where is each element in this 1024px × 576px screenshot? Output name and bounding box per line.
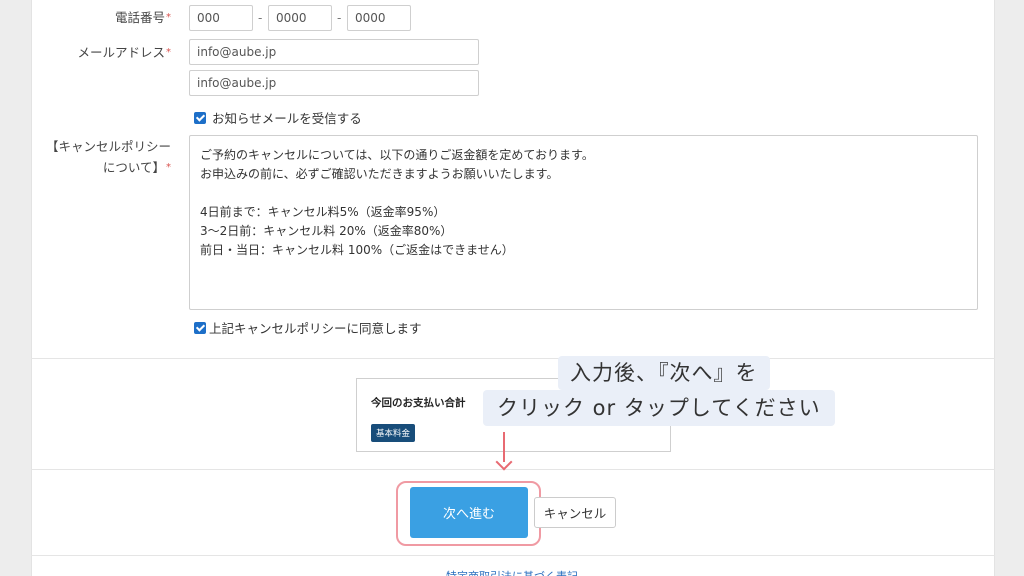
instruction-bubble-line2: クリック or タップしてください bbox=[483, 390, 835, 426]
instruction-bubble-line1: 入力後、『次へ』を bbox=[558, 356, 770, 390]
section-divider bbox=[31, 358, 995, 359]
policy-line: 3〜2日前：キャンセル料 20%（返金率80%） bbox=[200, 224, 453, 238]
cancel-button[interactable]: キャンセル bbox=[534, 497, 616, 528]
policy-line: お申込みの前に、必ずご確認いただきますようお願いいたします。 bbox=[200, 167, 559, 181]
required-mark: * bbox=[166, 162, 171, 173]
phone-part1-input[interactable]: 000 bbox=[189, 5, 253, 31]
policy-agree-label: 上記キャンセルポリシーに同意します bbox=[209, 321, 422, 336]
email-input[interactable]: info@aube.jp bbox=[189, 39, 479, 65]
next-button[interactable]: 次へ進む bbox=[410, 487, 528, 538]
required-mark: * bbox=[166, 47, 171, 58]
policy-line: 4日前まで：キャンセル料5%（返金率95%） bbox=[200, 205, 446, 219]
policy-label: 【キャンセルポリシー について】* bbox=[46, 138, 171, 177]
policy-line bbox=[200, 184, 967, 203]
policy-line: 前日・当日：キャンセル料 100%（ご返金はできません） bbox=[200, 243, 514, 257]
phone-label: 電話番号* bbox=[115, 9, 171, 27]
email-confirm-input[interactable]: info@aube.jp bbox=[189, 70, 479, 96]
phone-part2-input[interactable]: 0000 bbox=[268, 5, 332, 31]
section-divider bbox=[31, 555, 995, 556]
policy-label-line2: について】 bbox=[102, 160, 165, 175]
phone-separator: - bbox=[258, 11, 263, 25]
summary-title: 今回のお支払い合計 bbox=[371, 397, 466, 409]
email-label: メールアドレス* bbox=[77, 44, 171, 62]
phone-part3-input[interactable]: 0000 bbox=[347, 5, 411, 31]
phone-label-text: 電話番号 bbox=[114, 10, 165, 25]
newsletter-checkbox[interactable]: お知らせメールを受信する bbox=[194, 108, 362, 127]
policy-label-line1: 【キャンセルポリシー bbox=[45, 139, 171, 154]
policy-line: ご予約のキャンセルについては、以下の通りご返金額を定めております。 bbox=[200, 148, 594, 162]
legal-notice-link[interactable]: 特定商取引法に基づく表記 bbox=[0, 568, 1024, 576]
checkbox-checked-icon bbox=[194, 321, 206, 334]
section-divider bbox=[31, 469, 995, 470]
required-mark: * bbox=[166, 12, 171, 23]
base-fee-badge: 基本料金 bbox=[371, 424, 416, 442]
email-label-text: メールアドレス bbox=[77, 45, 165, 60]
checkbox-checked-icon bbox=[194, 111, 206, 124]
policy-agree-checkbox[interactable]: 上記キャンセルポリシーに同意します bbox=[194, 318, 422, 337]
newsletter-label: お知らせメールを受信する bbox=[212, 111, 362, 126]
phone-separator: - bbox=[337, 11, 342, 25]
policy-textarea[interactable]: ご予約のキャンセルについては、以下の通りご返金額を定めております。 お申込みの前… bbox=[189, 135, 978, 310]
